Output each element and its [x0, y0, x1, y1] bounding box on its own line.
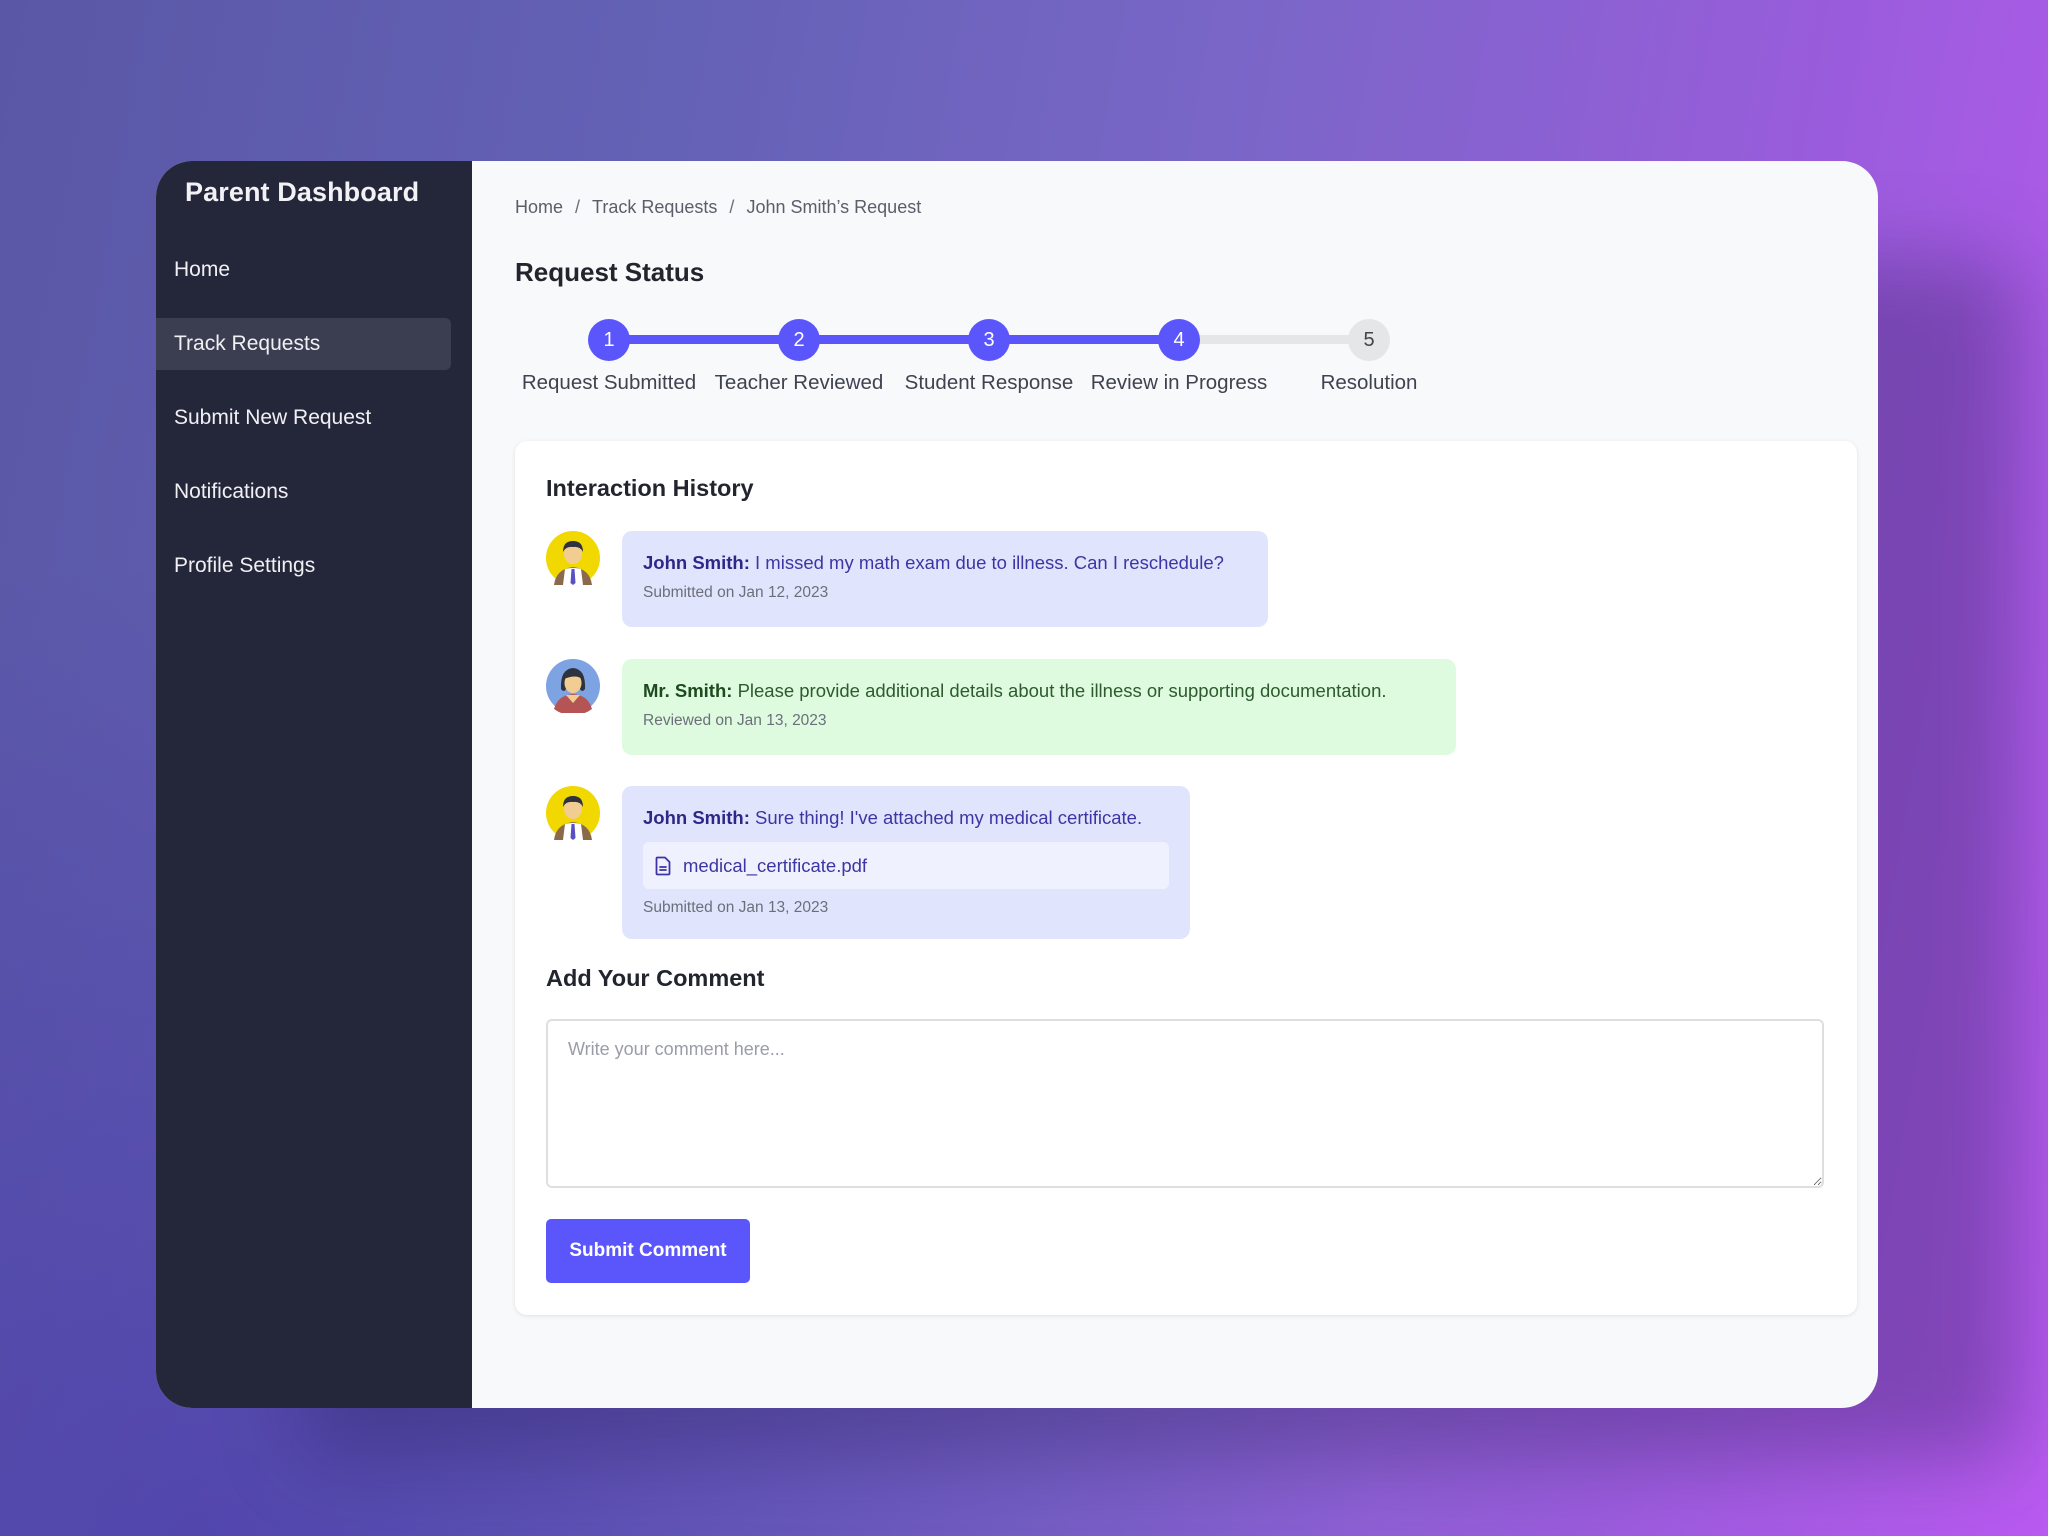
history-message: Mr. Smith: Please provide additional det…	[546, 659, 1456, 755]
step-connector	[799, 335, 989, 344]
sidebar-item-home[interactable]: Home	[156, 244, 451, 296]
history-message: John Smith: I missed my math exam due to…	[546, 531, 1268, 627]
sidebar-title: Parent Dashboard	[185, 177, 420, 207]
message-timestamp: Submitted on Jan 12, 2023	[643, 584, 829, 601]
message-author: Mr. Smith:	[643, 680, 733, 701]
message-bubble: Mr. Smith: Please provide additional det…	[622, 659, 1456, 755]
step-1-indicator: 1	[588, 319, 630, 361]
step-2-label: Teacher Reviewed	[714, 371, 884, 394]
student-avatar-icon	[546, 786, 600, 840]
breadcrumb-current: John Smith’s Request	[746, 197, 922, 217]
breadcrumb-separator: /	[729, 197, 735, 217]
step-2-indicator: 2	[778, 319, 820, 361]
message-text: Sure thing! I've attached my medical cer…	[755, 807, 1143, 828]
page-title: Request Status	[515, 257, 705, 287]
step-1-label: Request Submitted	[521, 371, 697, 394]
interaction-card: Interaction History John Smith: I missed…	[515, 441, 1857, 1315]
message-bubble: John Smith: Sure thing! I've attached my…	[622, 786, 1190, 939]
message-bubble: John Smith: I missed my math exam due to…	[622, 531, 1268, 627]
document-icon	[655, 856, 671, 875]
attachment-filename[interactable]: medical_certificate.pdf	[683, 855, 867, 877]
attachment-link[interactable]: medical_certificate.pdf	[643, 842, 1169, 889]
message-text: Please provide additional details about …	[737, 680, 1387, 701]
add-comment-heading: Add Your Comment	[546, 965, 765, 991]
sidebar-item-profile-settings[interactable]: Profile Settings	[156, 540, 451, 592]
history-message: John Smith: Sure thing! I've attached my…	[546, 786, 1190, 939]
message-timestamp: Reviewed on Jan 13, 2023	[643, 712, 827, 729]
breadcrumb-home[interactable]: Home	[515, 197, 563, 218]
step-4-indicator: 4	[1158, 319, 1200, 361]
teacher-avatar-icon	[546, 659, 600, 713]
step-connector	[989, 335, 1179, 344]
message-author: John Smith:	[643, 552, 750, 573]
step-5-label: Resolution	[1320, 371, 1418, 394]
step-connector	[609, 335, 799, 344]
sidebar-item-submit-new-request[interactable]: Submit New Request	[156, 392, 451, 444]
comment-input[interactable]	[546, 1019, 1824, 1188]
sidebar: Parent Dashboard Home Track Requests Sub…	[156, 161, 472, 1408]
message-timestamp: Submitted on Jan 13, 2023	[643, 899, 829, 916]
main-content: Home / Track Requests / John Smith’s Req…	[472, 161, 1878, 1408]
submit-comment-button[interactable]: Submit Comment	[546, 1219, 750, 1283]
interaction-history-heading: Interaction History	[546, 475, 754, 501]
status-stepper: 1 Request Submitted 2 Teacher Reviewed 3 Stud…	[515, 319, 1465, 399]
step-4-label: Review in Progress	[1090, 371, 1268, 394]
step-3-label: Student Response	[904, 371, 1074, 394]
message-author: John Smith:	[643, 807, 750, 828]
sidebar-item-track-requests[interactable]: Track Requests	[156, 318, 451, 370]
breadcrumb: Home / Track Requests / John Smith’s Req…	[515, 197, 921, 218]
step-3-indicator: 3	[968, 319, 1010, 361]
step-5-indicator: 5	[1348, 319, 1390, 361]
breadcrumb-separator: /	[575, 197, 581, 217]
app-window: Parent Dashboard Home Track Requests Sub…	[156, 161, 1878, 1408]
sidebar-item-notifications[interactable]: Notifications	[156, 466, 451, 518]
step-connector	[1179, 335, 1369, 344]
message-text: I missed my math exam due to illness. Ca…	[755, 552, 1224, 573]
breadcrumb-track-requests[interactable]: Track Requests	[592, 197, 717, 218]
student-avatar-icon	[546, 531, 600, 585]
